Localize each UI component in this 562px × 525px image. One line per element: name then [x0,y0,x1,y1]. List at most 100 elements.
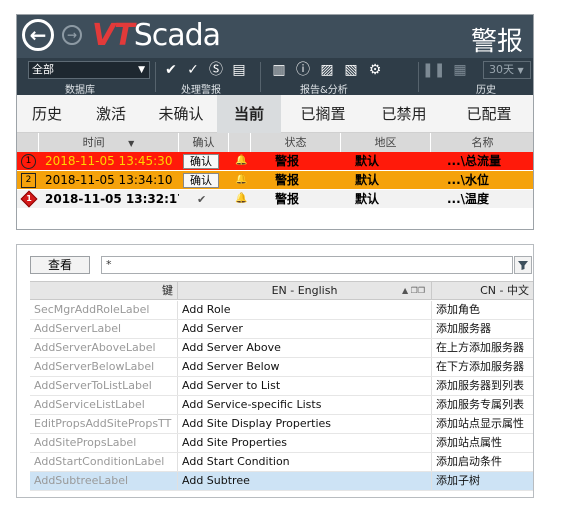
translation-key: AddServerLabel [30,320,178,338]
toolbar-divider [260,62,261,92]
tab-history[interactable]: 历史 [17,95,77,133]
filter-input[interactable]: * [101,256,513,274]
priority-square-icon: 2 [21,173,36,188]
translation-cn[interactable]: 添加站点属性 [432,434,533,452]
translation-row[interactable]: AddSitePropsLabel Add Site Properties 添加站点… [30,434,533,453]
translation-key: AddSitePropsLabel [30,434,178,452]
translation-cn[interactable]: 添加站点显示属性 [432,415,533,433]
days-select[interactable]: 30天 ▼ [483,61,531,79]
translation-row[interactable]: SecMgrAddRoleLabel Add Role 添加角色 [30,301,533,320]
translation-key: AddServerBelowLabel [30,358,178,376]
tab-configured[interactable]: 已配置 [443,95,533,133]
calendar-icon[interactable]: ▦ [450,60,470,80]
translation-en[interactable]: Add Site Display Properties [178,415,432,433]
group-label-history: 历史 [476,85,496,96]
alarm-time: 2018-11-05 13:45:30 [45,154,173,168]
translation-row[interactable]: AddServiceListLabel Add Service-specific … [30,396,533,415]
filter-icon[interactable] [514,256,532,274]
column-header-time[interactable]: 时间 ▼ [39,133,179,152]
translation-cn[interactable]: 添加子树 [432,472,533,490]
sort-desc-icon: ▼ [128,139,135,148]
translation-key: AddServerToListLabel [30,377,178,395]
translation-key: EditPropsAddSitePropsTT [30,415,178,433]
translation-cn[interactable]: 在上方添加服务器 [432,339,533,357]
vtscada-logo: VTScada [92,18,221,53]
priority-diamond-icon: 1 [20,190,38,208]
view-button[interactable]: 查看 [30,256,90,274]
translation-row[interactable]: AddServerAboveLabel Add Server Above 在上方添加… [30,339,533,358]
alarm-area: 默认 [355,192,380,206]
acknowledge-all-icon[interactable]: ✔ [161,60,181,80]
priority-circle-icon: 1 [21,154,36,169]
alarm-row[interactable]: 1 2018-11-05 13:45:30 确认 🔔 警报 默认 ...\总流量 [17,152,533,171]
tab-shelved[interactable]: 已搁置 [281,95,365,133]
database-select[interactable]: 全部 ▼ [28,61,150,79]
group-label-report: 报告&分析 [300,85,348,96]
toolbar-divider [155,62,156,92]
translation-en[interactable]: Add Site Properties [178,434,432,452]
shelve-icon[interactable]: Ⓢ [206,60,226,80]
column-header-bell [229,133,251,152]
column-header-priority [17,133,39,152]
translation-cn[interactable]: 在下方添加服务器 [432,358,533,376]
translation-row[interactable]: AddStartConditionLabel Add Start Conditio… [30,453,533,472]
translation-en[interactable]: Add Server Below [178,358,432,376]
column-header-key[interactable]: 键 [30,282,178,300]
acknowledge-icon[interactable]: ✓ [183,60,203,80]
column-header-state[interactable]: 状态 [251,133,341,152]
toolbar: 全部 ▼ 数据库 ✔ ✓ Ⓢ ▤ 处理警报 ▥ ⓘ ▨ ▧ ⚙ 报告&分析 ❚❚ … [17,58,533,96]
column-header-cn[interactable]: CN - 中文 [432,282,533,300]
alarm-row[interactable]: 1 2018-11-05 13:32:17 ✔ 🔔 警报 默认 ...\温度 [17,190,533,209]
alarm-area: 默认 [355,154,380,168]
translation-cn[interactable]: 添加启动条件 [432,453,533,471]
translation-en[interactable]: Add Start Condition [178,453,432,471]
group-label-handle: 处理警报 [181,85,221,96]
back-button[interactable]: ← [22,19,54,51]
alarm-window: ← → VTScada 警报 全部 ▼ 数据库 ✔ ✓ Ⓢ ▤ 处理警报 ▥ ⓘ … [16,14,534,230]
translation-cn[interactable]: 添加服务专属列表 [432,396,533,414]
translation-key: AddServerAboveLabel [30,339,178,357]
alarm-area: 默认 [355,173,380,187]
translation-cn[interactable]: 添加服务器 [432,320,533,338]
info-icon[interactable]: ⓘ [293,60,313,80]
trend-icon[interactable]: ▨ [317,60,337,80]
chart-icon[interactable]: ▥ [269,60,289,80]
translation-cn[interactable]: 添加角色 [432,301,533,319]
alarm-name: ...\水位 [447,173,490,187]
column-header-name[interactable]: 名称 [431,133,533,152]
report-icon[interactable]: ▧ [341,60,361,80]
acknowledge-button[interactable]: 确认 [183,154,219,169]
arrow-left-icon: ← [29,23,47,47]
notes-icon[interactable]: ▤ [229,60,249,80]
translation-en[interactable]: Add Service-specific Lists [178,396,432,414]
translation-en[interactable]: Add Server to List [178,377,432,395]
pause-icon[interactable]: ❚❚ [422,60,445,80]
translation-en[interactable]: Add Server [178,320,432,338]
translation-row[interactable]: AddSubtreeLabel Add Subtree 添加子树 [30,472,533,491]
translation-row[interactable]: AddServerLabel Add Server 添加服务器 [30,320,533,339]
translation-en[interactable]: Add Subtree [178,472,432,490]
alarm-rows: 1 2018-11-05 13:45:30 确认 🔔 警报 默认 ...\总流量 2 2018-… [17,152,533,209]
column-header-en[interactable]: EN - English ▲ ❐❐ [178,282,432,300]
tab-unacknowledged[interactable]: 未确认 [145,95,217,133]
acknowledged-check-icon: ✔ [197,193,207,206]
acknowledge-button[interactable]: 确认 [183,173,219,188]
chevron-down-icon: ▼ [138,65,145,75]
tab-disabled[interactable]: 已禁用 [365,95,443,133]
forward-button[interactable]: → [62,25,82,45]
title-bar: ← → VTScada 警报 [17,15,533,58]
translation-row[interactable]: EditPropsAddSitePropsTT Add Site Display … [30,415,533,434]
tab-current[interactable]: 当前 [217,95,281,133]
alarm-row[interactable]: 2 2018-11-05 13:34:10 确认 🔔 警报 默认 ...\水位 [17,171,533,190]
chevron-down-icon: ▼ [517,66,524,75]
tab-active[interactable]: 激活 [77,95,145,133]
translation-en[interactable]: Add Role [178,301,432,319]
translation-en[interactable]: Add Server Above [178,339,432,357]
translation-row[interactable]: AddServerBelowLabel Add Server Below 在下方添加… [30,358,533,377]
translation-cn[interactable]: 添加服务器到列表 [432,377,533,395]
column-header-ack[interactable]: 确认 [179,133,229,152]
settings-icon[interactable]: ⚙ [365,60,385,80]
alarm-tabs: 历史 激活 未确认 当前 已搁置 已禁用 已配置 [17,95,533,133]
column-header-area[interactable]: 地区 [341,133,431,152]
translation-row[interactable]: AddServerToListLabel Add Server to List 添加… [30,377,533,396]
